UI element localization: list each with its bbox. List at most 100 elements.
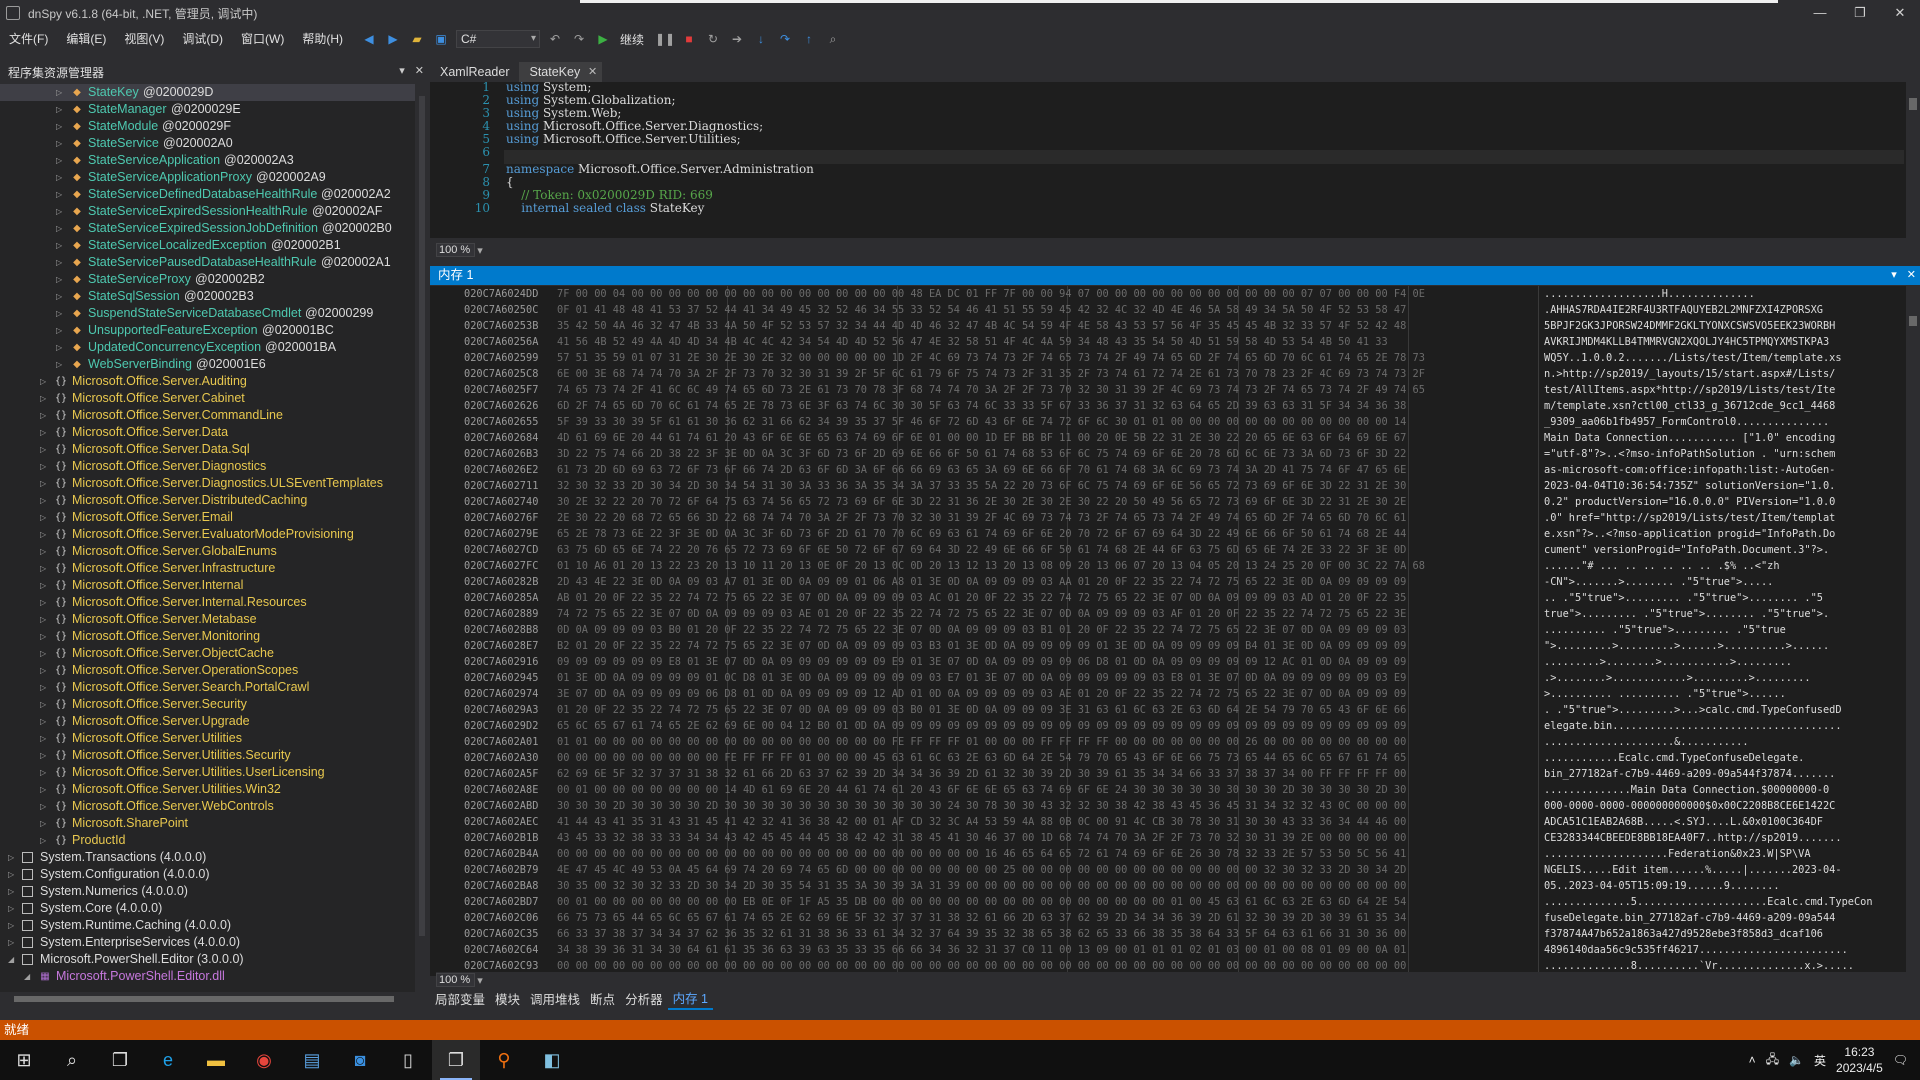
menu-window[interactable]: 窗口(W)	[232, 26, 293, 52]
memory-ascii[interactable]: ADCA51C1EAB2A68B.....<.SYJ....L.&0x0100C…	[1544, 814, 1884, 830]
tree-item[interactable]: ▷ {} Microsoft.Office.Server.WebControls	[0, 798, 415, 815]
memory-ascii[interactable]: 5BPJF2GK3JPORSW24DMMF2GKLTYONXCSWSVO5EEK…	[1544, 318, 1884, 334]
memory-ascii[interactable]: f37874A47b652a1863a427d9528ebe3f858d3_dc…	[1544, 926, 1884, 942]
expand-icon[interactable]: ▷	[40, 717, 50, 727]
memory-ascii[interactable]: as-microsoft-com:office:infopath:list:-A…	[1544, 462, 1884, 478]
memory-row[interactable]: 020C7A6027FC 01 10 A6 01 20 13 22 23 20 1…	[430, 558, 1890, 574]
tree-item[interactable]: ▷ System.EnterpriseServices (4.0.0.0)	[0, 934, 415, 951]
memory-ascii[interactable]: .AHHAS7RDA4IE2RF4U3RTFAQUYEB2L2MNFZXI4ZP…	[1544, 302, 1884, 318]
expand-icon[interactable]: ▷	[8, 904, 18, 914]
maximize-button[interactable]: ❐	[1840, 0, 1880, 26]
expand-icon[interactable]: ▷	[8, 938, 18, 948]
memory-row[interactable]: 020C7A60253B 35 42 50 4A 46 32 47 4B 33 4…	[430, 318, 1890, 334]
memory-hex-bytes[interactable]: 65 6C 65 67 61 74 65 2E 62 69 6E 00 04 1…	[557, 718, 1661, 734]
memory-row[interactable]: 020C7A6026E2 61 73 2D 6D 69 63 72 6F 73 6…	[430, 462, 1890, 478]
expand-icon[interactable]: ▷	[56, 343, 66, 353]
memory-hex-bytes[interactable]: 4E 47 45 4C 49 53 0A 45 64 69 74 20 69 7…	[557, 862, 1661, 878]
step-over-icon[interactable]: ↷	[776, 30, 794, 48]
memory-hex-bytes[interactable]: 6D 2F 74 65 6D 70 6C 61 74 65 2E 78 73 6…	[557, 398, 1661, 414]
tree-item[interactable]: ▷ {} Microsoft.Office.Server.Utilities	[0, 730, 415, 747]
memory-ascii[interactable]: ......"# ... .. .. .. .. .. .$% ..<"zh	[1544, 558, 1884, 574]
tree-item[interactable]: ▷ ◆ StateServiceApplication @020002A3	[0, 152, 415, 169]
tree-item[interactable]: ▷ ◆ StateServiceDefinedDatabaseHealthRule @…	[0, 186, 415, 203]
memory-row[interactable]: 020C7A6027CD 63 75 6D 65 6E 74 22 20 76 6…	[430, 542, 1890, 558]
memory-row[interactable]: 020C7A60276F 2E 30 22 20 68 72 65 66 3D 2…	[430, 510, 1890, 526]
tree-item[interactable]: ▷ System.Numerics (4.0.0.0)	[0, 883, 415, 900]
memory-row[interactable]: 020C7A602C35 66 33 37 38 37 34 34 37 62 3…	[430, 926, 1890, 942]
memory-hex-bytes[interactable]: 3D 22 75 74 66 2D 38 22 3F 3E 0D 0A 3C 3…	[557, 446, 1661, 462]
expand-icon[interactable]: ▷	[56, 173, 66, 183]
expand-icon[interactable]: ▷	[56, 292, 66, 302]
memory-ascii[interactable]: Main Data Connection........... ["1.0" e…	[1544, 430, 1884, 446]
memory-hex-bytes[interactable]: 09 09 09 09 09 09 E8 01 3E 07 0D 0A 09 0…	[557, 654, 1661, 670]
task-view-icon[interactable]: ❐	[96, 1040, 144, 1080]
memory-ascii[interactable]: m/template.xsn?ctl00_ctl33_g_36712cde_9c…	[1544, 398, 1884, 414]
memory-ascii[interactable]: 000-0000-0000-000000000000$0x00C2208B8CE…	[1544, 798, 1884, 814]
editor-scrollbar[interactable]	[1906, 82, 1920, 238]
expand-icon[interactable]: ▷	[40, 513, 50, 523]
expand-icon[interactable]: ▷	[40, 615, 50, 625]
memory-hex-bytes[interactable]: 66 75 73 65 44 65 6C 65 67 61 74 65 2E 6…	[557, 910, 1661, 926]
memory-row[interactable]: 020C7A6029D2 65 6C 65 67 61 74 65 2E 62 6…	[430, 718, 1890, 734]
tree-item[interactable]: ▷ ◆ StateKey @0200029D	[0, 84, 415, 101]
expand-icon[interactable]: ▷	[56, 156, 66, 166]
memory-ascii[interactable]: . ."5"true">.........>...>calc.cmd.TypeC…	[1544, 702, 1884, 718]
minimize-button[interactable]: —	[1800, 0, 1840, 26]
network-icon[interactable]: 🖧	[1766, 1050, 1779, 1071]
tree-scrollbar[interactable]	[417, 84, 427, 992]
expand-icon[interactable]: ▷	[40, 445, 50, 455]
tree-item[interactable]: ▷ ◆ StateServiceApplicationProxy @020002A9	[0, 169, 415, 186]
memory-hex-bytes[interactable]: 35 42 50 4A 46 32 47 4B 33 4A 50 4F 52 5…	[557, 318, 1661, 334]
memory-ascii[interactable]: 05..2023-04-05T15:09:19......9........	[1544, 878, 1884, 894]
tree-item[interactable]: ▷ ◆ StateServiceProxy @020002B2	[0, 271, 415, 288]
memory-ascii[interactable]: elegate.bin.............................…	[1544, 718, 1884, 734]
tab-statekey[interactable]: StateKey ✕	[519, 62, 603, 82]
expand-icon[interactable]: ▷	[56, 105, 66, 115]
expand-icon[interactable]: ▷	[40, 836, 50, 846]
memory-hex-bytes[interactable]: 3E 07 0D 0A 09 09 09 09 06 D8 01 0D 0A 0…	[557, 686, 1661, 702]
memory-row[interactable]: 020C7A602BA8 30 35 00 32 30 32 33 2D 30 3…	[430, 878, 1890, 894]
memory-hex-bytes[interactable]: 00 00 00 00 00 00 00 00 00 FE FF FF FF 0…	[557, 750, 1661, 766]
chrome-icon[interactable]: ◉	[240, 1040, 288, 1080]
back-icon[interactable]: ◀	[360, 30, 378, 48]
tree-item[interactable]: ▷ {} Microsoft.Office.Server.Upgrade	[0, 713, 415, 730]
tree-item[interactable]: ▷ {} Microsoft.Office.Server.Diagnostics.U…	[0, 475, 415, 492]
memory-ascii[interactable]: .0" href="http://sp2019/Lists/test/Item/…	[1544, 510, 1884, 526]
memory-scrollbar[interactable]	[1906, 286, 1920, 976]
app-icon[interactable]: ▤	[288, 1040, 336, 1080]
expand-icon[interactable]: ▷	[8, 870, 18, 880]
expand-icon[interactable]: ▷	[40, 700, 50, 710]
memory-hex-bytes[interactable]: 2E 30 22 20 68 72 65 66 3D 22 68 74 74 7…	[557, 510, 1661, 526]
expand-icon[interactable]: ▷	[40, 802, 50, 812]
expand-icon[interactable]: ▷	[56, 224, 66, 234]
close-icon[interactable]: ✕	[415, 64, 424, 77]
memory-ascii[interactable]: _9309_aa06b1fb4957_FormControl0.........…	[1544, 414, 1884, 430]
memory-hex-bytes[interactable]: 63 75 6D 65 6E 74 22 20 76 65 72 73 69 6…	[557, 542, 1661, 558]
memory-row[interactable]: 020C7A602B79 4E 47 45 4C 49 53 0A 45 64 6…	[430, 862, 1890, 878]
memory-zoom[interactable]: 100 %	[436, 973, 476, 987]
windows-start-icon[interactable]: ⊞	[0, 1040, 48, 1080]
memory-hex-bytes[interactable]: 30 35 00 32 30 32 33 2D 30 34 2D 30 35 5…	[557, 878, 1661, 894]
memory-ascii[interactable]: ="utf-8"?>..<?mso-infoPathSolution . "ur…	[1544, 446, 1884, 462]
tree-item[interactable]: ▷ ◆ SuspendStateServiceDatabaseCmdlet @0200…	[0, 305, 415, 322]
tree-item[interactable]: ▷ {} Microsoft.Office.Server.Internal.Reso…	[0, 594, 415, 611]
tree-item[interactable]: ▷ {} Microsoft.Office.Server.Cabinet	[0, 390, 415, 407]
memory-row[interactable]: 020C7A602A5F 62 69 6E 5F 32 37 37 31 38 3…	[430, 766, 1890, 782]
tree-item[interactable]: ▷ ◆ WebServerBinding @020001E6	[0, 356, 415, 373]
expand-icon[interactable]: ▷	[40, 530, 50, 540]
continue-icon[interactable]: ▶	[594, 30, 612, 48]
expand-icon[interactable]: ▷	[40, 564, 50, 574]
memory-row[interactable]: 020C7A602A01 01 01 00 00 00 00 00 00 00 0…	[430, 734, 1890, 750]
memory-ascii[interactable]: test/AllItems.aspx*http://sp2019/Lists/t…	[1544, 382, 1884, 398]
tree-item[interactable]: ▷ {} Microsoft.Office.Server.Infrastructur…	[0, 560, 415, 577]
memory-hex-bytes[interactable]: 62 69 6E 5F 32 37 37 31 38 32 61 66 2D 6…	[557, 766, 1661, 782]
memory-row[interactable]: 020C7A602ABD 30 30 30 2D 30 30 30 30 2D 3…	[430, 798, 1890, 814]
expand-icon[interactable]: ▷	[40, 394, 50, 404]
memory-ascii[interactable]: ">.........>.........>......>..........>…	[1544, 638, 1884, 654]
tab-xamlreader[interactable]: XamlReader	[430, 62, 519, 82]
ime-indicator[interactable]: 英	[1814, 1052, 1826, 1069]
expand-icon[interactable]: ▷	[56, 241, 66, 251]
memory-row[interactable]: 020C7A602974 3E 07 0D 0A 09 09 09 09 06 D…	[430, 686, 1890, 702]
memory-hex-bytes[interactable]: 57 51 35 59 01 07 31 2E 30 2E 30 2E 32 0…	[557, 350, 1661, 366]
memory-hex-bytes[interactable]: AB 01 20 0F 22 35 22 74 72 75 65 22 3E 0…	[557, 590, 1661, 606]
